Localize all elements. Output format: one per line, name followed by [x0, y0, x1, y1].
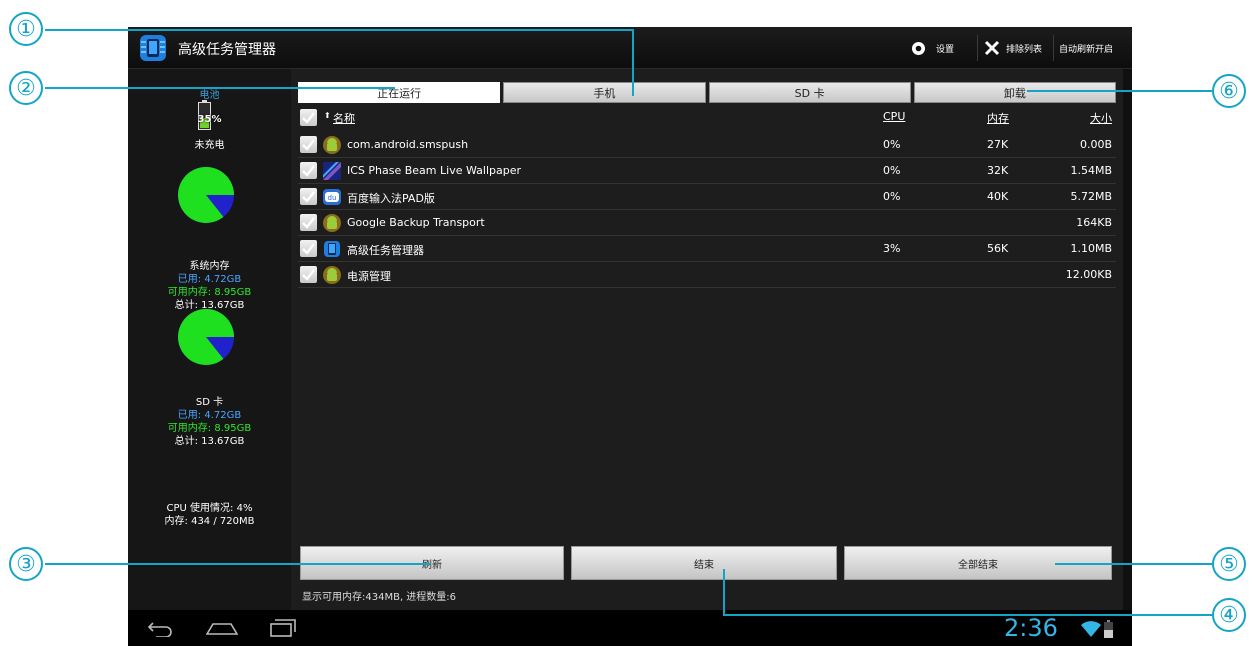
callout-1: ①: [9, 12, 43, 46]
process-size: 0.00B: [1079, 138, 1112, 151]
process-cpu: 0%: [883, 138, 901, 151]
column-cpu-header[interactable]: CPU: [883, 110, 905, 123]
app-logo-icon[interactable]: [137, 32, 169, 64]
end-button[interactable]: 结束: [571, 546, 837, 580]
column-size-header[interactable]: 大小: [1090, 110, 1112, 126]
wifi-icon: [1081, 621, 1101, 637]
clock: 2:36: [1004, 614, 1058, 642]
battery-status-icon: [1104, 620, 1113, 638]
table-row[interactable]: 电源管理 12.00KB: [298, 262, 1116, 288]
table-row[interactable]: du 百度输入法PAD版 0% 40K 5.72MB: [298, 184, 1116, 210]
exclude-list-action[interactable]: 排除列表: [984, 27, 1042, 69]
app-title: 高级任务管理器: [178, 42, 276, 58]
process-name: 高级任务管理器: [347, 244, 424, 257]
table-row[interactable]: com.android.smspush 0% 27K 0.00B: [298, 132, 1116, 158]
select-all-checkbox[interactable]: [300, 109, 317, 126]
svg-text:du: du: [328, 194, 337, 202]
exclude-list-label: 排除列表: [1006, 44, 1043, 55]
android-icon: [322, 265, 342, 285]
end-all-button[interactable]: 全部结束: [844, 546, 1112, 580]
task-manager-icon: [322, 239, 342, 259]
home-icon[interactable]: [206, 622, 238, 635]
column-memory-header[interactable]: 内存: [987, 110, 1009, 126]
system-navigation-bar: 2:36: [128, 610, 1132, 646]
process-memory: 27K: [987, 138, 1009, 151]
refresh-button[interactable]: 刷新: [300, 546, 564, 580]
cpu-usage: CPU 使用情况: 4%: [166, 503, 253, 514]
process-list-area: 正在运行 手机 SD 卡 卸载 ⬆ 名称 CPU 内存 大小 com.andro…: [291, 69, 1123, 610]
battery-state: 未充电: [194, 140, 225, 151]
settings-label: 设置: [936, 44, 955, 55]
battery-percent: 35%: [197, 114, 222, 125]
android-icon: [322, 213, 342, 233]
table-row[interactable]: ICS Phase Beam Live Wallpaper 0% 32K 1.54MB: [298, 158, 1116, 184]
row-checkbox[interactable]: [300, 266, 317, 283]
action-bar: 高级任务管理器 设置 排除列表 自动刷新开启: [128, 27, 1132, 69]
system-info-panel: 电池 35% 未充电 系统内存 已用: 4.72GB 可用内存: 8.95GB …: [128, 69, 291, 610]
process-size: 12.00KB: [1065, 268, 1112, 281]
row-checkbox[interactable]: [300, 188, 317, 205]
divider: [977, 35, 978, 61]
sort-arrow-icon: ⬆: [324, 111, 331, 120]
process-cpu: 3%: [883, 242, 901, 255]
callout-4: ④: [1212, 598, 1246, 632]
annotated-screenshot: 高级任务管理器 设置 排除列表 自动刷新开启 电池 35% 未充电 系统内存 已…: [0, 0, 1259, 646]
tab-running[interactable]: 正在运行: [298, 82, 501, 103]
system-memory-used: 已用: 4.72GB: [177, 274, 242, 285]
process-name: Google Backup Transport: [347, 216, 485, 229]
status-text: 显示可用内存:434MB, 进程数量:6: [302, 592, 457, 603]
wallpaper-icon: [322, 161, 342, 181]
system-memory-available: 可用内存: 8.95GB: [167, 287, 252, 298]
process-name: ICS Phase Beam Live Wallpaper: [347, 164, 521, 177]
process-memory: 40K: [987, 190, 1009, 203]
auto-refresh-action[interactable]: 自动刷新开启: [1059, 27, 1113, 69]
process-size: 1.10MB: [1070, 242, 1112, 255]
tab-bar: 正在运行 手机 SD 卡 卸载: [298, 82, 1116, 103]
memory-usage: 内存: 434 / 720MB: [164, 516, 255, 527]
system-memory-title: 系统内存: [189, 261, 230, 272]
auto-refresh-label: 自动刷新开启: [1059, 44, 1114, 55]
sd-card-total: 总计: 13.67GB: [174, 436, 245, 447]
tab-uninstall[interactable]: 卸载: [913, 82, 1116, 103]
android-icon: [322, 135, 342, 155]
row-checkbox[interactable]: [300, 240, 317, 257]
row-checkbox[interactable]: [300, 162, 317, 179]
table-row[interactable]: Google Backup Transport 164KB: [298, 210, 1116, 236]
process-name: 电源管理: [347, 270, 391, 283]
callout-5: ⑤: [1212, 547, 1246, 581]
table-row[interactable]: 高级任务管理器 3% 56K 1.10MB: [298, 236, 1116, 262]
back-icon[interactable]: [146, 620, 174, 637]
process-name: 百度输入法PAD版: [347, 192, 435, 205]
divider: [1053, 35, 1054, 61]
recent-apps-icon[interactable]: [270, 619, 296, 637]
process-memory: 32K: [987, 164, 1009, 177]
process-size: 5.72MB: [1070, 190, 1112, 203]
sd-card-title: SD 卡: [195, 397, 224, 408]
row-checkbox[interactable]: [300, 214, 317, 231]
sd-card-pie-chart: [178, 308, 235, 365]
tab-sd-card[interactable]: SD 卡: [708, 82, 911, 103]
callout-2: ②: [9, 71, 43, 105]
settings-icon: [912, 41, 925, 55]
sd-card-available: 可用内存: 8.95GB: [167, 423, 252, 434]
process-cpu: 0%: [883, 190, 901, 203]
row-checkbox[interactable]: [300, 136, 317, 153]
column-name-header[interactable]: 名称: [333, 110, 355, 126]
callout-3: ③: [9, 547, 43, 581]
process-name: com.android.smspush: [347, 138, 469, 151]
tab-phone[interactable]: 手机: [503, 82, 706, 103]
process-size: 1.54MB: [1070, 164, 1112, 177]
system-memory-pie-chart: [178, 166, 235, 223]
callout-6: ⑥: [1212, 74, 1246, 108]
list-header: ⬆ 名称 CPU 内存 大小: [298, 107, 1116, 129]
baidu-input-icon: du: [322, 187, 342, 207]
close-icon: [984, 40, 1000, 56]
process-memory: 56K: [987, 242, 1009, 255]
process-size: 164KB: [1076, 216, 1112, 229]
settings-action[interactable]: 设置: [911, 27, 954, 69]
sd-card-used: 已用: 4.72GB: [177, 410, 242, 421]
tablet-screen: 高级任务管理器 设置 排除列表 自动刷新开启 电池 35% 未充电 系统内存 已…: [128, 27, 1132, 646]
process-cpu: 0%: [883, 164, 901, 177]
